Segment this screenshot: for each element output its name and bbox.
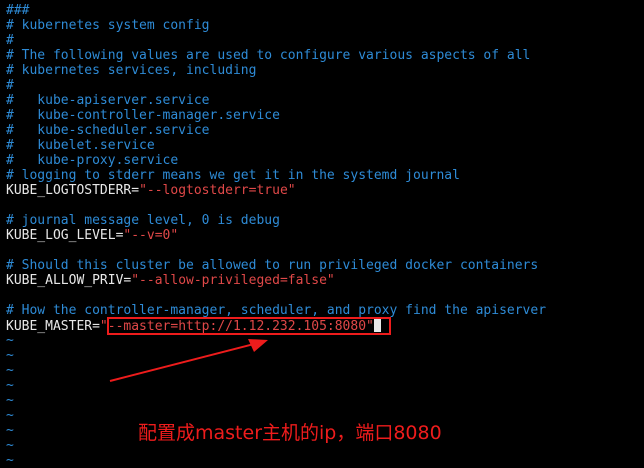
setting-key: KUBE_LOG_LEVEL= (6, 228, 124, 243)
comment-line[interactable]: # kubernetes system config (6, 18, 644, 33)
blank-line[interactable] (6, 243, 644, 258)
empty-buffer-line[interactable]: ~ (6, 363, 644, 378)
annotation-text: 配置成master主机的ip，端口8080 (138, 422, 442, 444)
blank-line[interactable] (6, 198, 644, 213)
comment-line[interactable]: # kube-proxy.service (6, 153, 644, 168)
comment-line[interactable]: # (6, 33, 644, 48)
comment-line[interactable]: # Should this cluster be allowed to run … (6, 258, 644, 273)
comment-line[interactable]: # (6, 78, 644, 93)
comment-line[interactable]: # The following values are used to confi… (6, 48, 644, 63)
comment-line[interactable]: # How the controller-manager, scheduler,… (6, 303, 644, 318)
config-setting-line[interactable]: KUBE_LOGTOSTDERR="--logtostderr=true" (6, 183, 644, 198)
empty-buffer-line[interactable]: ~ (6, 348, 644, 363)
empty-buffer-line[interactable]: ~ (6, 453, 644, 468)
vim-editor[interactable]: ### # kubernetes system config # # The foll… (0, 0, 644, 468)
setting-value: "--v=0" (123, 228, 179, 243)
setting-value: "--logtostderr=true" (139, 183, 296, 198)
setting-key: KUBE_LOGTOSTDERR= (6, 183, 140, 198)
comment-line[interactable]: # kube-controller-manager.service (6, 108, 644, 123)
blank-line[interactable] (6, 288, 644, 303)
setting-key: KUBE_MASTER= (6, 319, 100, 334)
comment-line[interactable]: ### (6, 3, 644, 18)
empty-buffer-line[interactable]: ~ (6, 333, 644, 348)
config-setting-line[interactable]: KUBE_LOG_LEVEL="--v=0" (6, 228, 644, 243)
config-setting-line[interactable]: KUBE_ALLOW_PRIV="--allow-privileged=fals… (6, 273, 644, 288)
comment-line[interactable]: # kube-apiserver.service (6, 93, 644, 108)
comment-line[interactable]: # logging to stderr means we get it in t… (6, 168, 644, 183)
empty-buffer-line[interactable]: ~ (6, 378, 644, 393)
master-highlight-box (107, 317, 391, 335)
empty-buffer-line[interactable]: ~ (6, 393, 644, 408)
setting-key: KUBE_ALLOW_PRIV= (6, 273, 132, 288)
comment-line[interactable]: # journal message level, 0 is debug (6, 213, 644, 228)
setting-value: "--allow-privileged=false" (131, 273, 335, 288)
comment-line[interactable]: # kubernetes services, including (6, 63, 644, 78)
comment-line[interactable]: # kube-scheduler.service (6, 123, 644, 138)
comment-line[interactable]: # kubelet.service (6, 138, 644, 153)
